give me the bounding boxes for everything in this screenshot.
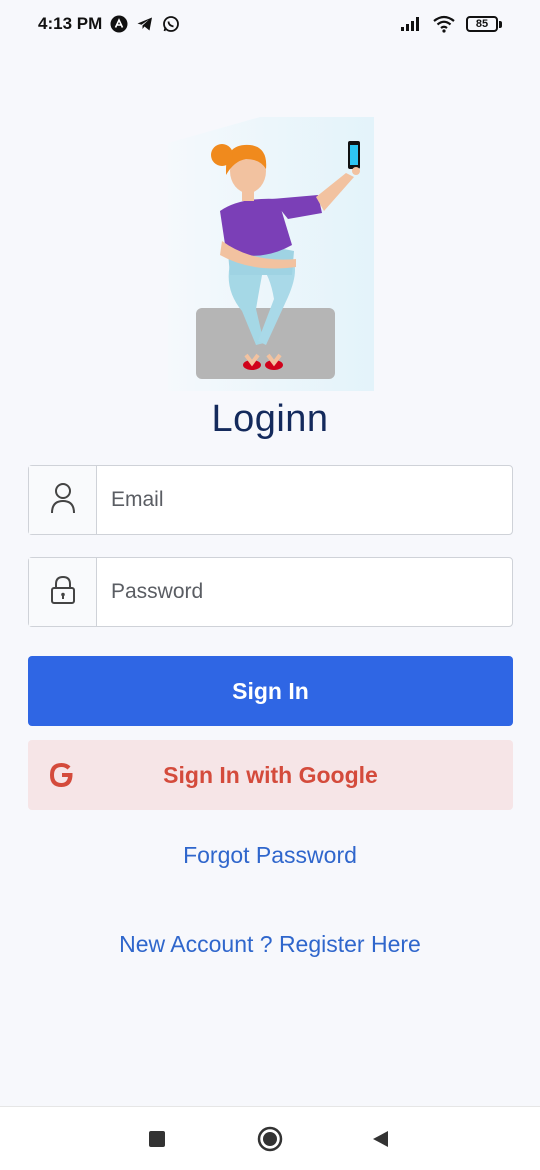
- battery-level: 85: [466, 16, 498, 32]
- register-link[interactable]: New Account ? Register Here: [0, 931, 540, 958]
- password-input[interactable]: [97, 558, 512, 626]
- password-field[interactable]: [28, 557, 513, 627]
- google-sign-in-label: Sign In with Google: [163, 761, 378, 788]
- app-notification-icon: [110, 15, 128, 33]
- system-nav-bar: [0, 1106, 540, 1170]
- lock-icon: [50, 575, 76, 610]
- sign-in-button[interactable]: Sign In: [28, 656, 513, 726]
- status-left: 4:13 PM: [38, 14, 180, 34]
- email-icon-box: [29, 466, 97, 534]
- battery-icon: 85: [466, 16, 502, 32]
- page-title: Loginn: [211, 398, 329, 440]
- google-sign-in-button[interactable]: Sign In with Google: [28, 740, 513, 810]
- sign-in-label: Sign In: [232, 677, 309, 704]
- wifi-icon: [432, 15, 456, 33]
- status-time: 4:13 PM: [38, 14, 103, 33]
- password-icon-box: [29, 558, 97, 626]
- forgot-password-link[interactable]: Forgot Password: [0, 842, 540, 869]
- signal-icon: [400, 16, 422, 32]
- email-field[interactable]: [28, 465, 513, 535]
- email-input[interactable]: [97, 466, 512, 534]
- selfie-girl-illustration: [160, 115, 376, 393]
- whatsapp-icon: [162, 15, 180, 33]
- telegram-icon: [136, 15, 154, 33]
- google-g-icon: [48, 761, 76, 789]
- status-bar: 4:13 PM 85: [0, 0, 540, 48]
- user-icon: [50, 482, 76, 519]
- status-right: 85: [400, 15, 502, 33]
- back-triangle-icon[interactable]: [370, 1129, 390, 1149]
- home-circle-icon[interactable]: [257, 1126, 283, 1152]
- recents-square-icon[interactable]: [147, 1129, 167, 1149]
